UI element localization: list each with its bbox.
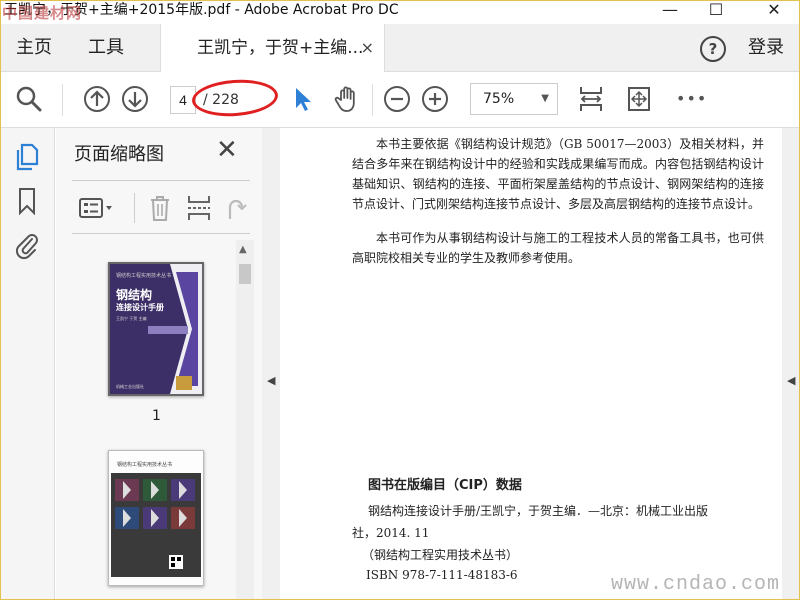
login-button[interactable]: 登录 bbox=[748, 24, 784, 72]
page-thumbnails-icon[interactable] bbox=[13, 142, 41, 172]
audience-paragraph: 本书可作为从事钢结构设计与施工的工程技术人员的常备工具书，也可供高职院校相关专业… bbox=[352, 231, 764, 265]
full-screen-icon[interactable] bbox=[624, 84, 654, 114]
previous-page-icon[interactable] bbox=[82, 84, 112, 114]
page-thumbnails-panel: 页面缩略图 ✕ ▲ 钢结构工程实用技术丛书 钢结构 连接设计手册 王凯宁 于贺 … bbox=[56, 128, 262, 600]
zoom-out-icon[interactable] bbox=[382, 84, 412, 114]
toolbar-divider bbox=[62, 84, 63, 116]
thumbnail-scrollbar[interactable] bbox=[236, 240, 254, 600]
help-icon[interactable]: ? bbox=[700, 36, 726, 62]
cip-line: ISBN 978-7-111-48183-6 bbox=[366, 568, 518, 582]
cip-line: 钢结构连接设计手册/王凯宁，于贺主编．—北京：机械工业出版 bbox=[368, 504, 709, 518]
expand-right-arrow[interactable]: ◀ bbox=[787, 374, 795, 387]
site-watermark-logo: 中国建材网 bbox=[2, 4, 83, 22]
close-panel-icon[interactable]: ✕ bbox=[216, 137, 242, 164]
home-tab[interactable]: 主页 bbox=[16, 24, 52, 72]
toolbar: 4 / 228 75% ▼ ••• bbox=[0, 72, 800, 128]
search-icon[interactable] bbox=[14, 84, 44, 114]
cip-heading: 图书在版编目（CIP）数据 bbox=[368, 478, 522, 493]
document-tab-close-button[interactable]: × bbox=[361, 24, 374, 72]
close-window-button[interactable]: ✕ bbox=[756, 0, 792, 22]
cndao-watermark: www.cndao.com bbox=[610, 573, 780, 596]
panel-collapse-bar[interactable]: ◀ bbox=[262, 128, 280, 600]
select-cursor-icon[interactable] bbox=[288, 84, 318, 114]
fit-width-icon[interactable] bbox=[576, 84, 606, 114]
thumbnail-page-number: 1 bbox=[152, 408, 161, 424]
panel-title: 页面缩略图 bbox=[74, 144, 164, 165]
cover-title: 钢结构 bbox=[116, 288, 153, 302]
thumbnail-2-series: 钢结构工程实用技术丛书 bbox=[117, 462, 173, 468]
cover-publisher: 机械工业出版社 bbox=[116, 384, 144, 389]
page-thumbnail-1[interactable]: 钢结构工程实用技术丛书 钢结构 连接设计手册 王凯宁 于贺 主编 机械工业出版社 bbox=[108, 262, 204, 396]
next-page-icon[interactable] bbox=[120, 84, 150, 114]
hand-tool-icon[interactable] bbox=[332, 84, 362, 114]
left-navigation-rail bbox=[0, 128, 55, 600]
panel-toolbar-divider bbox=[134, 193, 135, 223]
more-options-icon[interactable]: ••• bbox=[676, 84, 706, 114]
scroll-thumb[interactable] bbox=[239, 264, 251, 284]
cover-art bbox=[110, 264, 202, 394]
document-tab-label: 王凯宁，于贺+主编... bbox=[197, 38, 364, 58]
zoom-level-select[interactable]: 75% ▼ bbox=[470, 83, 558, 115]
cover-authors: 王凯宁 于贺 主编 bbox=[116, 316, 147, 321]
insert-page-icon[interactable] bbox=[184, 193, 214, 223]
cip-line: 社，2014. 11 bbox=[352, 526, 430, 540]
maximize-button[interactable]: ☐ bbox=[698, 0, 734, 22]
page-thumbnail-2[interactable]: 钢结构工程实用技术丛书 bbox=[108, 450, 204, 586]
bookmark-icon[interactable] bbox=[13, 186, 41, 216]
title-bar: 中国建材网 王凯宁，于贺+主编+2015年版.pdf - Adobe Acrob… bbox=[0, 0, 800, 24]
document-view[interactable]: 本书主要依据《钢结构设计规范》（GB 50017—2003）及相关材料，并结合多… bbox=[280, 128, 782, 600]
red-annotation-ellipse bbox=[190, 77, 280, 119]
cover-series: 钢结构工程实用技术丛书 bbox=[116, 273, 172, 279]
cover-subtitle: 连接设计手册 bbox=[116, 303, 164, 312]
delete-page-icon[interactable] bbox=[146, 193, 174, 223]
chevron-down-icon: ▼ bbox=[541, 93, 549, 104]
attachment-icon[interactable] bbox=[13, 230, 41, 260]
thumbnail-options-icon[interactable] bbox=[78, 193, 118, 223]
right-pane-expand-bar[interactable]: ◀ bbox=[782, 128, 800, 600]
minimize-button[interactable]: — bbox=[652, 0, 688, 22]
menu-tab-bar: 主页 工具 王凯宁，于贺+主编... × ? 登录 bbox=[0, 24, 800, 73]
rotate-page-icon[interactable] bbox=[222, 193, 248, 223]
intro-paragraph: 本书主要依据《钢结构设计规范》（GB 50017—2003）及相关材料，并结合多… bbox=[352, 137, 764, 211]
tools-tab[interactable]: 工具 bbox=[88, 24, 124, 72]
thumbnail-2-art bbox=[111, 473, 201, 577]
scroll-up-arrow[interactable]: ▲ bbox=[239, 244, 247, 255]
panel-toolbar bbox=[72, 180, 250, 234]
zoom-in-icon[interactable] bbox=[420, 84, 450, 114]
collapse-left-arrow[interactable]: ◀ bbox=[267, 374, 275, 387]
cip-line: （钢结构工程实用技术丛书） bbox=[362, 548, 519, 562]
zoom-level-value: 75% bbox=[483, 91, 515, 107]
toolbar-divider bbox=[372, 84, 373, 116]
pdf-page: 本书主要依据《钢结构设计规范》（GB 50017—2003）及相关材料，并结合多… bbox=[280, 128, 782, 600]
document-tab[interactable]: 王凯宁，于贺+主编... × bbox=[160, 24, 385, 73]
